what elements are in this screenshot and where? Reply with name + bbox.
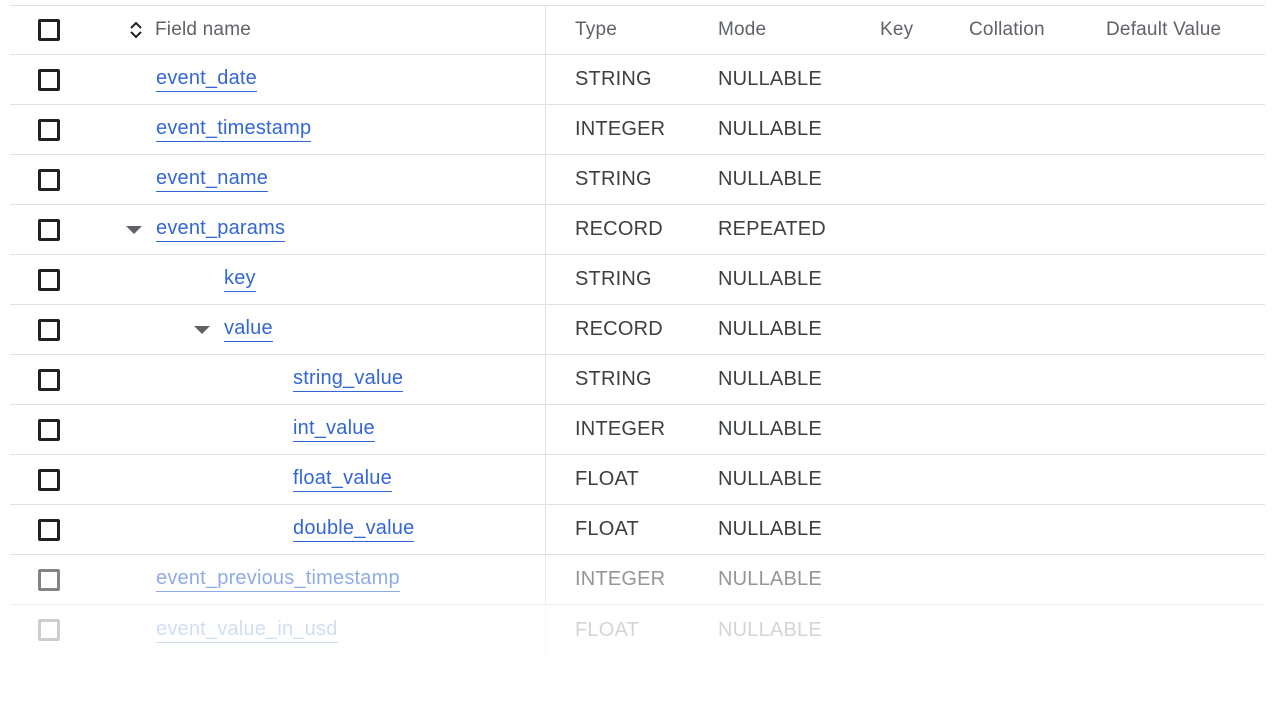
row-checkbox[interactable] (38, 218, 60, 241)
table-row: event_previous_timestamp INTEGER NULLABLE (10, 555, 1265, 605)
field-name-header[interactable]: Field name (128, 6, 251, 54)
field-name-link[interactable]: string_value (293, 367, 404, 392)
mode-cell: NULLABLE (718, 568, 822, 590)
column-divider (545, 155, 546, 204)
table-row: int_value INTEGER NULLABLE (10, 405, 1265, 455)
column-divider (545, 105, 546, 154)
row-checkbox[interactable] (38, 368, 60, 391)
table-header-row: Field name Type Mode Key Collation Defau… (10, 5, 1265, 55)
field-name-cell: event_name (156, 155, 269, 204)
mode-cell: NULLABLE (718, 68, 822, 90)
column-divider (545, 305, 546, 354)
field-name-cell: event_previous_timestamp (156, 555, 400, 604)
type-cell: STRING (575, 368, 652, 390)
field-name-cell: event_timestamp (156, 105, 312, 154)
collation-header: Collation (969, 19, 1045, 40)
field-name-link[interactable]: value (224, 317, 273, 342)
sort-unfold-icon[interactable] (128, 19, 144, 41)
mode-cell: REPEATED (718, 218, 826, 240)
column-divider (545, 255, 546, 304)
mode-cell: NULLABLE (718, 268, 822, 290)
field-name-link[interactable]: event_date (156, 67, 257, 92)
mode-cell: NULLABLE (718, 318, 822, 340)
mode-cell: NULLABLE (718, 418, 822, 440)
field-name-link[interactable]: event_previous_timestamp (156, 567, 400, 592)
field-name-link[interactable]: event_value_in_usd (156, 618, 338, 643)
table-row: float_value FLOAT NULLABLE (10, 455, 1265, 505)
column-divider (545, 205, 546, 254)
field-name-header-label: Field name (155, 19, 251, 40)
type-header: Type (575, 19, 617, 40)
table-row: event_params RECORD REPEATED (10, 205, 1265, 255)
field-name-cell: double_value (293, 505, 415, 554)
field-name-cell: float_value (293, 455, 392, 504)
field-name-cell: event_value_in_usd (156, 605, 338, 655)
column-divider (545, 405, 546, 454)
field-name-cell: key (224, 255, 256, 304)
table-row: value RECORD NULLABLE (10, 305, 1265, 355)
row-checkbox[interactable] (38, 619, 60, 641)
field-name-link[interactable]: event_timestamp (156, 117, 312, 142)
row-checkbox[interactable] (38, 318, 60, 341)
table-row: double_value FLOAT NULLABLE (10, 505, 1265, 555)
field-name-cell: event_date (156, 55, 257, 104)
table-row: event_timestamp INTEGER NULLABLE (10, 105, 1265, 155)
mode-cell: NULLABLE (718, 618, 822, 641)
column-divider (545, 355, 546, 404)
row-checkbox[interactable] (38, 468, 60, 491)
row-checkbox[interactable] (38, 518, 60, 541)
key-header: Key (880, 19, 914, 40)
type-cell: FLOAT (575, 518, 639, 540)
field-name-link[interactable]: int_value (293, 417, 375, 442)
type-cell: INTEGER (575, 118, 666, 140)
caret-down-icon[interactable] (194, 325, 210, 334)
schema-table: Field name Type Mode Key Collation Defau… (10, 5, 1265, 655)
field-name-link[interactable]: double_value (293, 517, 415, 542)
column-divider (545, 555, 546, 604)
column-divider (545, 505, 546, 554)
column-divider (545, 6, 546, 54)
type-cell: STRING (575, 168, 652, 190)
row-checkbox[interactable] (38, 268, 60, 291)
column-divider (545, 55, 546, 104)
field-name-link[interactable]: event_name (156, 167, 269, 192)
field-name-cell: string_value (293, 355, 404, 404)
field-name-link[interactable]: float_value (293, 467, 392, 492)
type-cell: STRING (575, 268, 652, 290)
column-divider (545, 605, 546, 655)
table-row: event_date STRING NULLABLE (10, 55, 1265, 105)
field-name-cell: int_value (293, 405, 375, 454)
type-cell: RECORD (575, 318, 663, 340)
column-divider (545, 455, 546, 504)
table-row: string_value STRING NULLABLE (10, 355, 1265, 405)
row-checkbox[interactable] (38, 118, 60, 141)
field-name-link[interactable]: event_params (156, 217, 286, 242)
field-name-cell: value (194, 305, 273, 354)
select-all-checkbox[interactable] (38, 19, 60, 41)
mode-cell: NULLABLE (718, 118, 822, 140)
mode-cell: NULLABLE (718, 468, 822, 490)
type-cell: STRING (575, 68, 652, 90)
type-cell: RECORD (575, 218, 663, 240)
field-name-link[interactable]: key (224, 267, 256, 292)
row-checkbox[interactable] (38, 168, 60, 191)
table-row: key STRING NULLABLE (10, 255, 1265, 305)
mode-cell: NULLABLE (718, 168, 822, 190)
mode-header: Mode (718, 19, 767, 40)
type-cell: INTEGER (575, 568, 666, 590)
row-checkbox[interactable] (38, 418, 60, 441)
table-row: event_value_in_usd FLOAT NULLABLE (10, 605, 1265, 655)
default-value-header: Default Value (1106, 19, 1222, 40)
type-cell: INTEGER (575, 418, 666, 440)
type-cell: FLOAT (575, 468, 639, 490)
row-checkbox[interactable] (38, 68, 60, 91)
table-row: event_name STRING NULLABLE (10, 155, 1265, 205)
table-body: event_date STRING NULLABLE event_timestamp I… (10, 55, 1265, 655)
mode-cell: NULLABLE (718, 518, 822, 540)
caret-down-icon[interactable] (126, 225, 142, 234)
type-cell: FLOAT (575, 618, 639, 641)
row-checkbox[interactable] (38, 568, 60, 591)
field-name-cell: event_params (126, 205, 286, 254)
mode-cell: NULLABLE (718, 368, 822, 390)
